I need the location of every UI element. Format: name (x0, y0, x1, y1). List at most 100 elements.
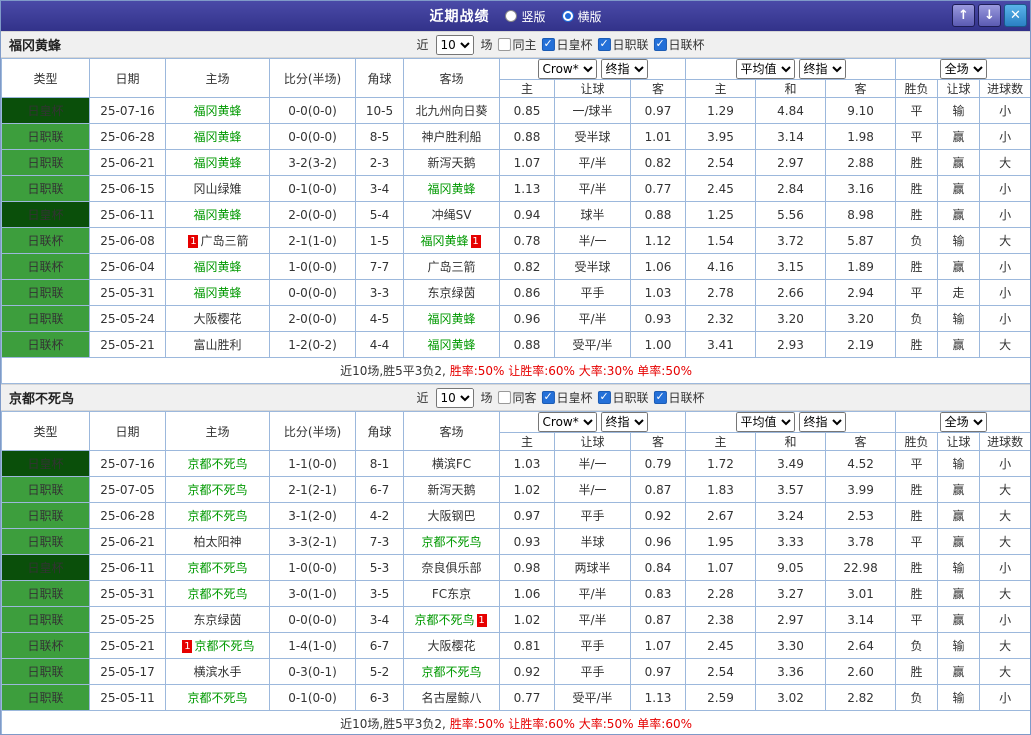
avg-time-select[interactable]: 终指 (798, 59, 846, 79)
home-team-cell[interactable]: 福冈黄蜂 (165, 201, 270, 228)
away-team-cell[interactable]: 名古屋鲸八 (403, 684, 500, 711)
match-row: 日职联 25-06-28 福冈黄蜂 0-0(0-0) 8-5 神户胜利船 0.88 受半球 1.… (1, 123, 1030, 150)
corners: 6-7 (355, 476, 404, 503)
away-team-cell[interactable]: 奈良俱乐部 (403, 554, 500, 581)
home-team-cell[interactable]: 福冈黄蜂 (165, 149, 270, 176)
odds-time-select[interactable]: 终指 (600, 59, 648, 79)
home-team-cell[interactable]: 京都不死鸟 (165, 476, 270, 503)
match-date: 25-05-24 (89, 305, 166, 332)
home-team-cell[interactable]: 京都不死鸟 (165, 554, 270, 581)
scope-select[interactable]: 全场 (939, 412, 987, 432)
same-venue-checkbox[interactable]: 同客 (497, 389, 537, 406)
scope-select[interactable]: 全场 (939, 59, 987, 79)
recent-results-panel: 近期战绩 竖版 横版 ↑ ↓ ✕ 福冈黄蜂近10场同主日皇杯日职联日联杯类型日期… (0, 0, 1031, 735)
match-row: 日皇杯 25-06-11 京都不死鸟 1-0(0-0) 5-3 奈良俱乐部 0.98 两球半 0… (1, 554, 1030, 581)
away-team-cell[interactable]: 福冈黄蜂 (403, 331, 500, 358)
games-count-select[interactable]: 10 (435, 387, 474, 408)
result-outcome: 胜 (895, 331, 939, 358)
odds-home: 0.78 (499, 227, 555, 254)
away-team-cell[interactable]: 新泻天鹅 (403, 149, 500, 176)
cup-filter-checkbox[interactable]: 日联杯 (653, 389, 705, 406)
home-team-cell[interactable]: 福冈黄蜂 (165, 97, 270, 124)
home-team: 柏太阳神 (193, 535, 242, 549)
score: 0-1(0-0) (269, 684, 356, 711)
bookmaker-select[interactable]: Crow* (537, 59, 597, 79)
odds-source-header: Crow* 终指 (498, 58, 687, 80)
home-team-cell[interactable]: 横滨水手 (165, 658, 270, 685)
result-handicap: 赢 (937, 123, 981, 150)
avg-home: 1.29 (685, 97, 757, 124)
home-team-cell[interactable]: 东京绿茵 (165, 606, 270, 633)
away-team-cell[interactable]: 京都不死鸟 (403, 528, 500, 555)
close-button[interactable]: ✕ (1004, 4, 1027, 27)
home-team-cell[interactable]: 京都不死鸟 (165, 450, 270, 477)
odds-time-select[interactable]: 终指 (600, 412, 648, 432)
home-team-cell[interactable]: 冈山绿雉 (165, 175, 270, 202)
scroll-up-button[interactable]: ↑ (952, 4, 975, 27)
home-team-cell[interactable]: 福冈黄蜂 (165, 253, 270, 280)
home-team-cell[interactable]: 富山胜利 (165, 331, 270, 358)
cup-filter-checkbox[interactable]: 日联杯 (653, 36, 705, 53)
home-team-cell[interactable]: 京都不死鸟 (165, 502, 270, 529)
corners: 3-4 (355, 175, 404, 202)
away-team-cell[interactable]: 广岛三箭 (403, 253, 500, 280)
recent-label: 近 (416, 391, 429, 405)
home-team-cell[interactable]: 1 广岛三箭 (165, 227, 270, 254)
away-team-cell[interactable]: 福冈黄蜂 (403, 305, 500, 332)
home-team-cell[interactable]: 福冈黄蜂 (165, 279, 270, 306)
competition-type: 日皇杯 (1, 450, 90, 477)
layout-vertical-option[interactable]: 竖版 (505, 8, 546, 25)
odds-away: 0.92 (629, 502, 687, 529)
away-team-cell[interactable]: 大阪钢巴 (403, 502, 500, 529)
home-team-cell[interactable]: 京都不死鸟 (165, 580, 270, 607)
home-team-cell[interactable]: 1 京都不死鸟 (165, 632, 270, 659)
checkbox-icon (497, 391, 511, 404)
home-team: 福冈黄蜂 (193, 104, 242, 118)
away-team-cell[interactable]: 神户胜利船 (403, 123, 500, 150)
cup-filter-label: 日联杯 (668, 38, 705, 52)
home-team: 福冈黄蜂 (193, 260, 242, 274)
away-team-cell[interactable]: 北九州向日葵 (403, 97, 500, 124)
layout-horizontal-option[interactable]: 横版 (561, 8, 602, 25)
match-row: 日职联 25-05-11 京都不死鸟 0-1(0-0) 6-3 名古屋鲸八 0.77 受平/半… (1, 684, 1030, 711)
away-team-cell[interactable]: FC东京 (403, 580, 500, 607)
match-row: 日联杯 25-05-21 1 京都不死鸟 1-4(1-0) 6-7 大阪樱花 0.81 平手 1.… (1, 632, 1030, 659)
away-team-cell[interactable]: 大阪樱花 (403, 632, 500, 659)
average-select[interactable]: 平均值 (735, 412, 795, 432)
competition-type: 日联杯 (1, 331, 90, 358)
match-date: 25-06-04 (89, 253, 166, 280)
away-team-cell[interactable]: 福冈黄蜂 1 (403, 227, 500, 254)
odds-handicap: 平手 (554, 279, 631, 306)
cup-filter-checkbox[interactable]: 日职联 (597, 36, 649, 53)
home-team-cell[interactable]: 柏太阳神 (165, 528, 270, 555)
same-venue-checkbox[interactable]: 同主 (497, 36, 537, 53)
avg-time-select[interactable]: 终指 (798, 412, 846, 432)
result-goals: 小 (979, 253, 1030, 280)
average-select[interactable]: 平均值 (735, 59, 795, 79)
away-team-cell[interactable]: 冲绳SV (403, 201, 500, 228)
scroll-down-button[interactable]: ↓ (978, 4, 1001, 27)
home-team-cell[interactable]: 福冈黄蜂 (165, 123, 270, 150)
bookmaker-select[interactable]: Crow* (537, 412, 597, 432)
away-team-cell[interactable]: 东京绿茵 (403, 279, 500, 306)
away-team-cell[interactable]: 横滨FC (403, 450, 500, 477)
cup-filter-checkbox[interactable]: 日职联 (597, 389, 649, 406)
away-team-cell[interactable]: 京都不死鸟 (403, 658, 500, 685)
result-outcome: 胜 (895, 502, 939, 529)
games-count-select[interactable]: 10 (435, 34, 474, 55)
odds-away: 0.82 (629, 149, 687, 176)
match-row: 日职联 25-06-21 福冈黄蜂 3-2(3-2) 2-3 新泻天鹅 1.07 平/半 0.8… (1, 149, 1030, 176)
cup-filter-checkbox[interactable]: 日皇杯 (541, 36, 593, 53)
corners: 3-5 (355, 580, 404, 607)
score: 0-0(0-0) (269, 123, 356, 150)
away-team-cell[interactable]: 京都不死鸟 1 (403, 606, 500, 633)
away-team-cell[interactable]: 新泻天鹅 (403, 476, 500, 503)
home-team-cell[interactable]: 大阪樱花 (165, 305, 270, 332)
same-venue-label: 同主 (512, 38, 537, 52)
home-team-cell[interactable]: 京都不死鸟 (165, 684, 270, 711)
avg-draw: 3.27 (755, 580, 827, 607)
match-row: 日职联 25-05-17 横滨水手 0-3(0-1) 5-2 京都不死鸟 0.92 平手 0.9… (1, 658, 1030, 685)
cup-filter-checkbox[interactable]: 日皇杯 (541, 389, 593, 406)
away-team: 冲绳SV (431, 208, 472, 222)
away-team-cell[interactable]: 福冈黄蜂 (403, 175, 500, 202)
